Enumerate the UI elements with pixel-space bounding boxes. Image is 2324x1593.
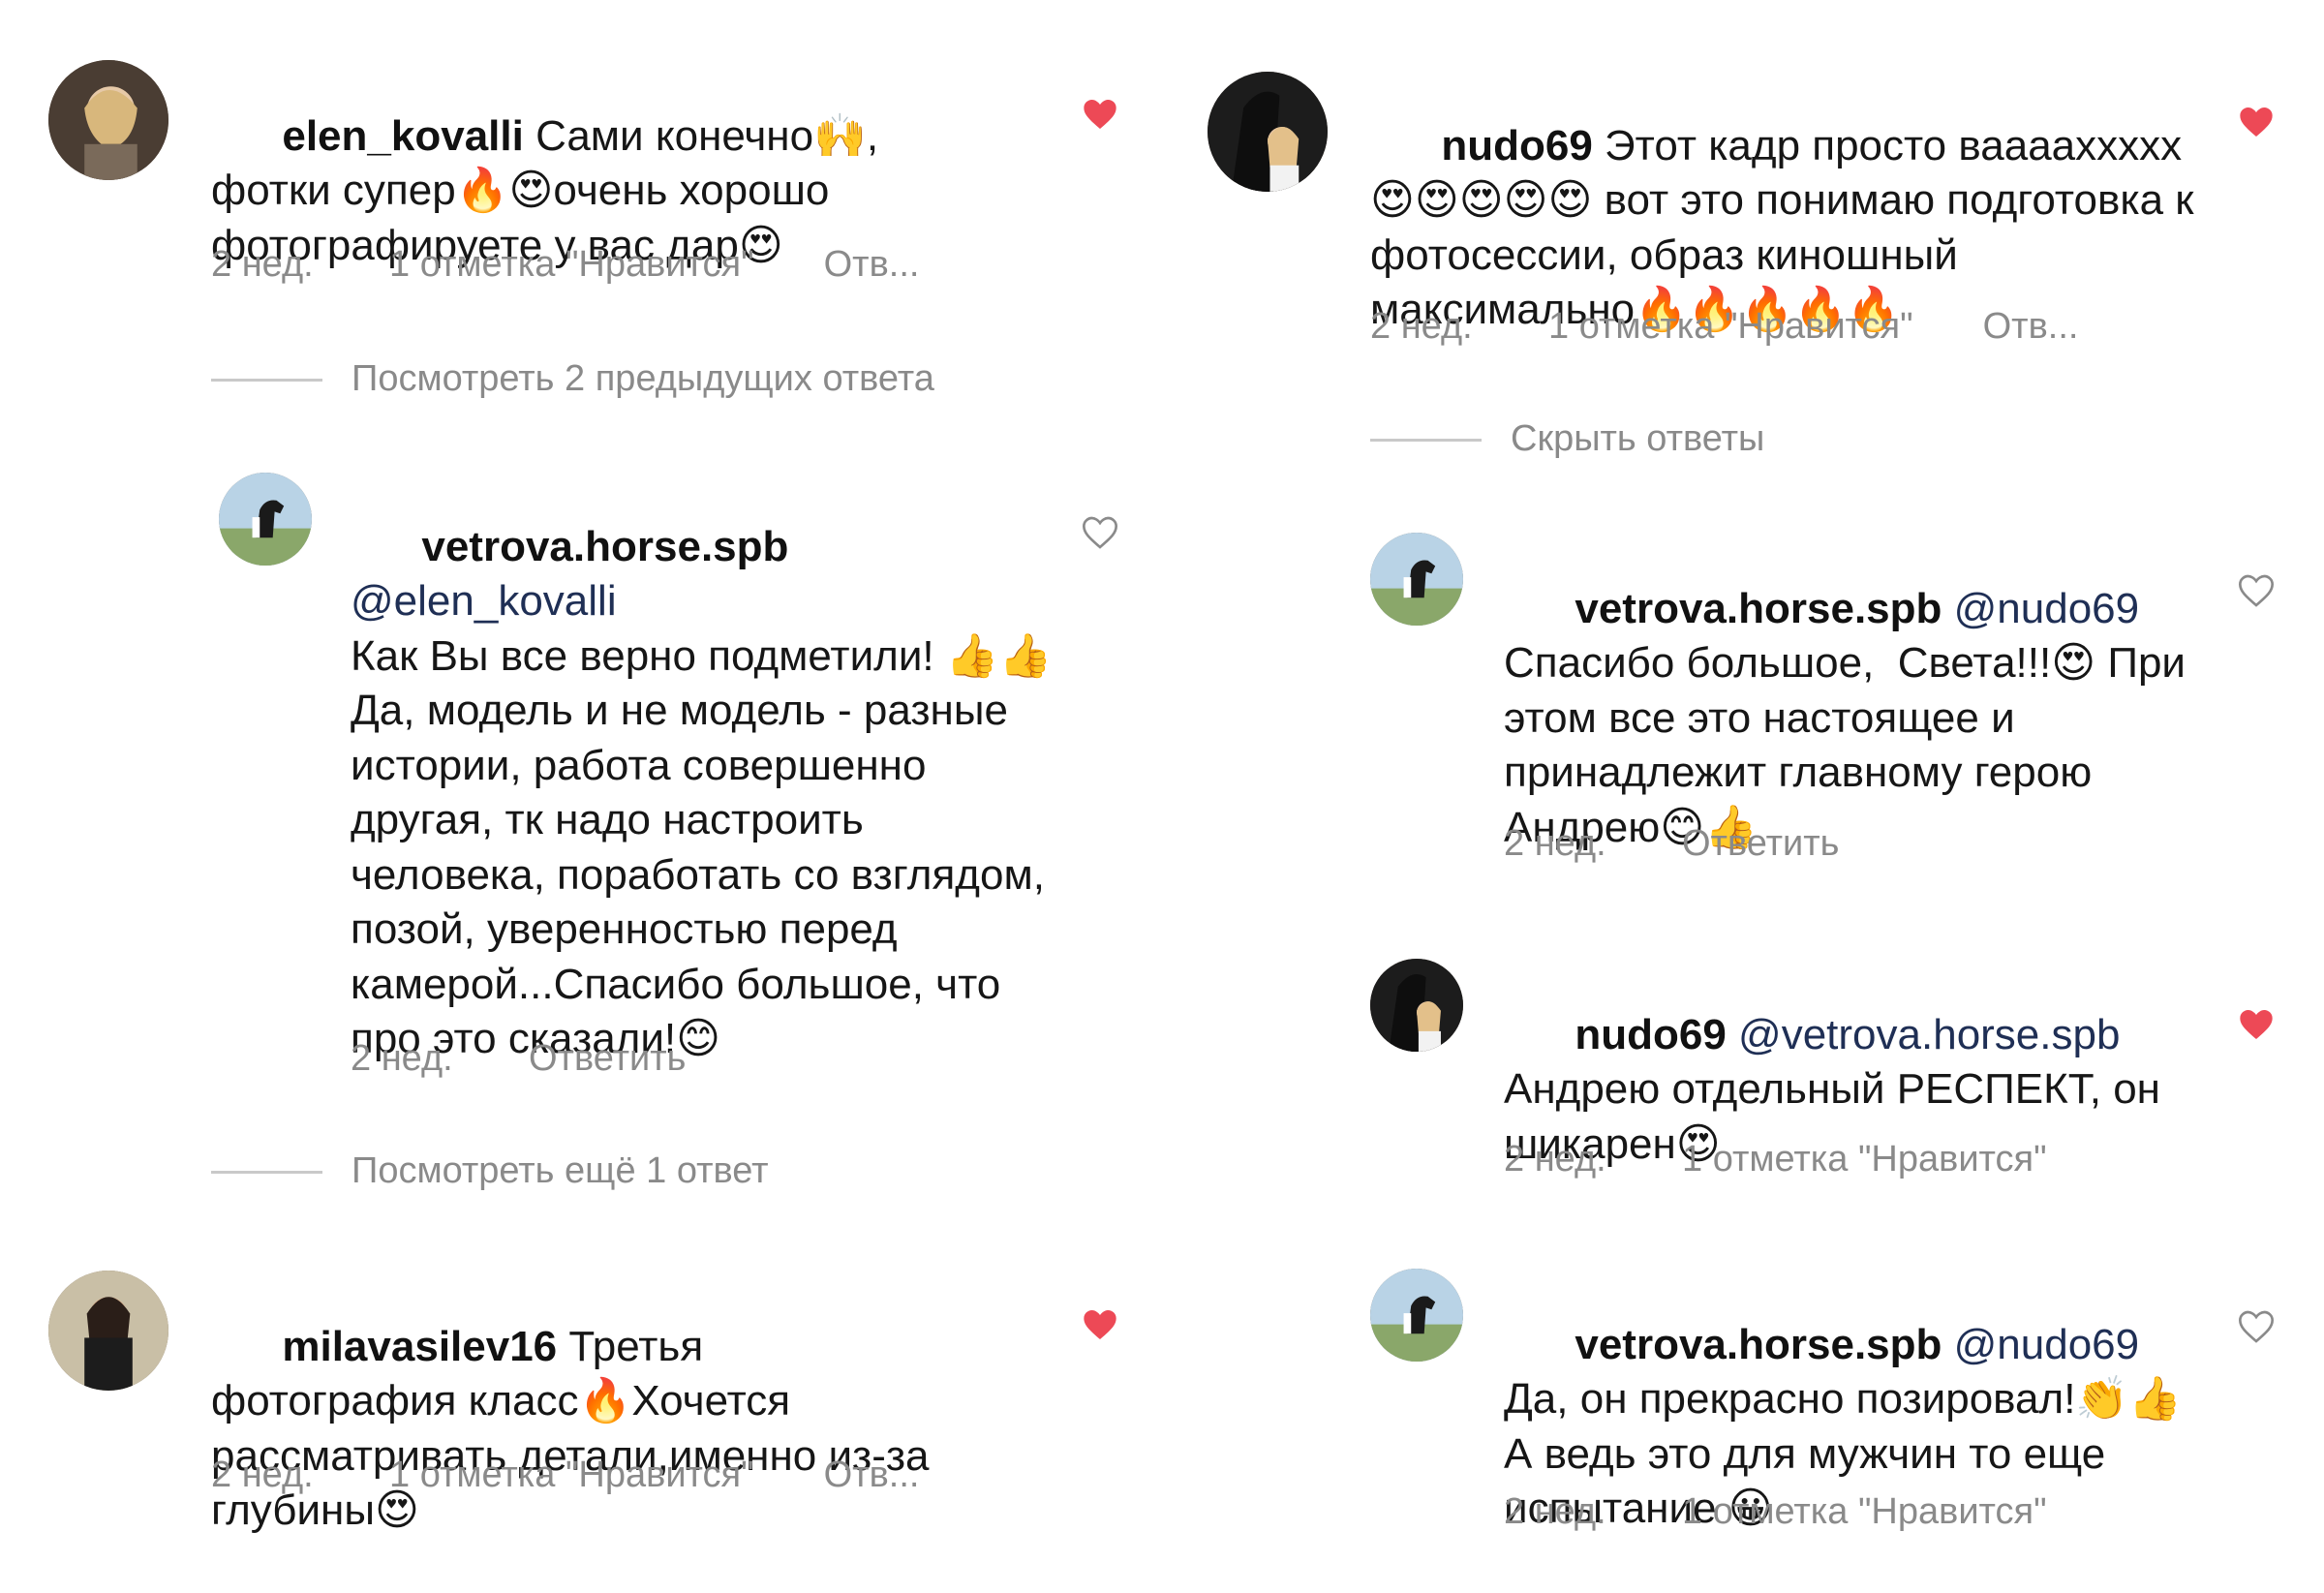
avatar-horse-icon — [1370, 533, 1463, 626]
comment-body: Спасибо большое, Света!!!😍 При этом все … — [1504, 639, 2198, 851]
like-button[interactable] — [1081, 95, 1119, 134]
reply-nudo69: nudo69 @vetrova.horse.spb Андрею отдельны… — [1157, 949, 2324, 1201]
likes-count-link[interactable]: 1 отметка "Нравится" — [1548, 306, 1913, 348]
comment-elen-kovalli: elen_kovalli Сами конечно🙌, фотки супер🔥… — [0, 0, 1143, 300]
likes-count-link[interactable]: 1 отметка "Нравится" — [389, 244, 754, 286]
comment-text: elen_kovalli Сами конечно🙌, фотки супер🔥… — [211, 54, 947, 328]
like-button[interactable] — [2237, 103, 2276, 141]
timestamp: 2 нед. — [211, 1455, 314, 1495]
timestamp: 2 нед. — [211, 244, 314, 285]
username-link[interactable]: elen_kovalli — [282, 112, 523, 160]
timestamp: 2 нед. — [1504, 1491, 1606, 1532]
comment-meta: 2 нед. 1 отметка "Нравится" Отв... — [211, 244, 919, 286]
username-link[interactable]: vetrova.horse.spb — [1575, 1321, 1942, 1368]
view-more-replies-button[interactable]: Посмотреть ещё 1 ответ — [211, 1150, 769, 1192]
likes-count-link[interactable]: 1 отметка "Нравится" — [1682, 1491, 2047, 1533]
avatar-woman-icon — [48, 60, 168, 180]
heart-filled-icon — [1084, 100, 1116, 129]
avatar[interactable] — [48, 60, 168, 180]
reply-vetrova-horse-spb-1: vetrova.horse.spb @nudo69 Спасибо большое… — [1157, 523, 2324, 891]
reply-button[interactable]: Отв... — [1983, 306, 2079, 348]
mention-link[interactable]: @vetrova.horse.spb — [1727, 1011, 2120, 1058]
heart-outline-icon — [1082, 516, 1118, 549]
likes-count-link[interactable]: 1 отметка "Нравится" — [389, 1455, 754, 1496]
avatar[interactable] — [1370, 533, 1463, 626]
comment-meta: 2 нед. 1 отметка "Нравится" Отв... — [211, 1455, 919, 1496]
avatar-horse-icon — [219, 473, 312, 566]
comments-column-left: elen_kovalli Сами конечно🙌, фотки супер🔥… — [0, 0, 1143, 1549]
comment-meta: 2 нед. 1 отметка "Нравится" — [1504, 1139, 2047, 1180]
avatar[interactable] — [1370, 959, 1463, 1052]
heart-filled-icon — [2240, 1010, 2273, 1039]
heart-outline-icon — [2238, 1310, 2275, 1343]
like-button[interactable] — [2237, 571, 2276, 610]
reply-vetrova-horse-spb-2: vetrova.horse.spb @nudo69 Да, он прекрас… — [1157, 1259, 2324, 1549]
comment-text: vetrova.horse.spb @elen_kovalli Как Вы вс… — [351, 465, 1057, 1121]
reply-button[interactable]: Отв... — [824, 244, 920, 286]
comment-meta: 2 нед. Ответить — [1504, 823, 1839, 865]
avatar[interactable] — [1208, 72, 1328, 192]
view-previous-replies-label: Посмотреть 2 предыдущих ответа — [352, 358, 934, 399]
mention-link[interactable]: @nudo69 — [1942, 1321, 2140, 1368]
comment-meta: 2 нед. 1 отметка "Нравится" — [1504, 1491, 2047, 1533]
timestamp: 2 нед. — [1504, 1139, 1606, 1179]
comment-meta: 2 нед. Ответить — [351, 1038, 686, 1080]
reply-vetrova-horse-spb: vetrova.horse.spb @elen_kovalli Как Вы вс… — [0, 455, 1143, 1094]
avatar-woman-icon — [48, 1271, 168, 1391]
view-previous-replies-button[interactable]: Посмотреть 2 предыдущих ответа — [211, 358, 934, 400]
comment-text: milavasilev16 Третья фотография класс🔥Хо… — [211, 1265, 947, 1593]
comment-text: nudo69 @vetrova.horse.spb Андрею отдельны… — [1504, 953, 2201, 1227]
divider-line — [1370, 439, 1482, 443]
comment-nudo69: nudo69 Этот кадр просто вааааххххх 😍😍😍😍😍… — [1157, 0, 2324, 368]
avatar[interactable] — [1370, 1269, 1463, 1362]
view-more-replies-label: Посмотреть ещё 1 ответ — [352, 1150, 769, 1191]
comment-milavasilev16: milavasilev16 Третья фотография класс🔥Хо… — [0, 1249, 1143, 1549]
avatar-horse-woman-icon — [1208, 72, 1328, 192]
hide-replies-button[interactable]: Скрыть ответы — [1370, 418, 1764, 460]
like-button[interactable] — [1081, 1305, 1119, 1344]
comment-text: vetrova.horse.spb @nudo69 Да, он прекрас… — [1504, 1263, 2201, 1591]
divider-line — [211, 1171, 322, 1175]
avatar-horse-icon — [1370, 1269, 1463, 1362]
timestamp: 2 нед. — [1504, 823, 1606, 864]
heart-filled-icon — [2240, 107, 2273, 137]
comment-meta: 2 нед. 1 отметка "Нравится" Отв... — [1370, 306, 2078, 348]
heart-filled-icon — [1084, 1310, 1116, 1339]
timestamp: 2 нед. — [1370, 306, 1473, 347]
timestamp: 2 нед. — [351, 1038, 453, 1079]
divider-line — [211, 379, 322, 383]
hide-replies-label: Скрыть ответы — [1511, 418, 1765, 459]
heart-outline-icon — [2238, 574, 2275, 607]
avatar[interactable] — [48, 1271, 168, 1391]
username-link[interactable]: milavasilev16 — [282, 1323, 557, 1370]
mention-link[interactable]: @nudo69 — [1942, 585, 2140, 632]
username-link[interactable]: vetrova.horse.spb — [421, 523, 788, 570]
like-button[interactable] — [2237, 1307, 2276, 1346]
reply-button[interactable]: Ответить — [1682, 823, 1839, 865]
avatar[interactable] — [219, 473, 312, 566]
like-button[interactable] — [2237, 1005, 2276, 1044]
comments-column-right: nudo69 Этот кадр просто вааааххххх 😍😍😍😍😍… — [1157, 0, 2324, 1549]
like-button[interactable] — [1081, 513, 1119, 552]
reply-button[interactable]: Ответить — [529, 1038, 686, 1080]
avatar-horse-woman-icon — [1370, 959, 1463, 1052]
username-link[interactable]: nudo69 — [1575, 1011, 1726, 1058]
likes-count-link[interactable]: 1 отметка "Нравится" — [1682, 1139, 2047, 1180]
username-link[interactable]: vetrova.horse.spb — [1575, 585, 1942, 632]
reply-button[interactable]: Отв... — [824, 1455, 920, 1496]
comment-body: Как Вы все верно подметили! 👍👍 Да, модел… — [351, 631, 1064, 1063]
username-link[interactable]: nudo69 — [1441, 122, 1592, 169]
